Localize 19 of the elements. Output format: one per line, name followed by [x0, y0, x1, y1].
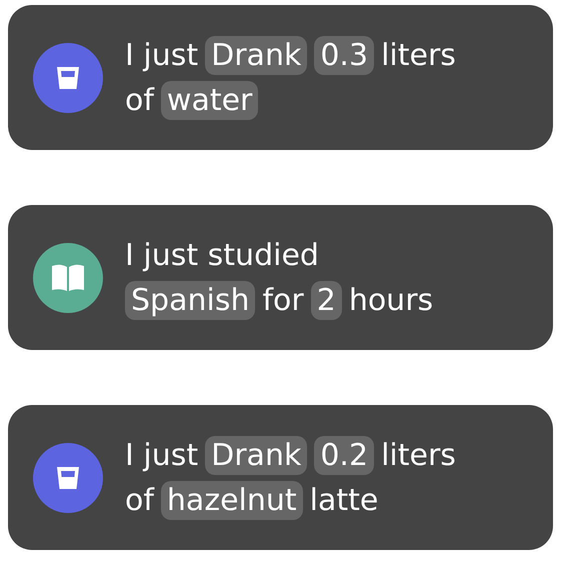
value-chip: Spanish: [125, 280, 256, 320]
sentence-text: I just: [125, 36, 198, 74]
book-icon: [51, 262, 85, 292]
value-chip: hazelnut: [160, 480, 303, 520]
value-chip: Drank: [205, 36, 308, 74]
value-chip: 0.2: [314, 436, 374, 474]
sentence-text: latte: [310, 482, 378, 520]
sentence-text: liters: [381, 436, 456, 474]
value-chip: Drank: [205, 436, 308, 474]
value-chip: water: [160, 80, 258, 120]
sentence-text: of: [125, 82, 154, 120]
sentence-text: for: [262, 282, 304, 320]
value-chip: 0.3: [314, 36, 374, 74]
sentence-text: of: [125, 482, 154, 520]
sentence-text: hours: [348, 282, 434, 320]
value-chip: 2: [310, 280, 342, 320]
sentence-text: I just: [125, 436, 198, 474]
sentence-text: liters: [381, 36, 456, 74]
sentence-text: I just studied: [125, 236, 319, 274]
